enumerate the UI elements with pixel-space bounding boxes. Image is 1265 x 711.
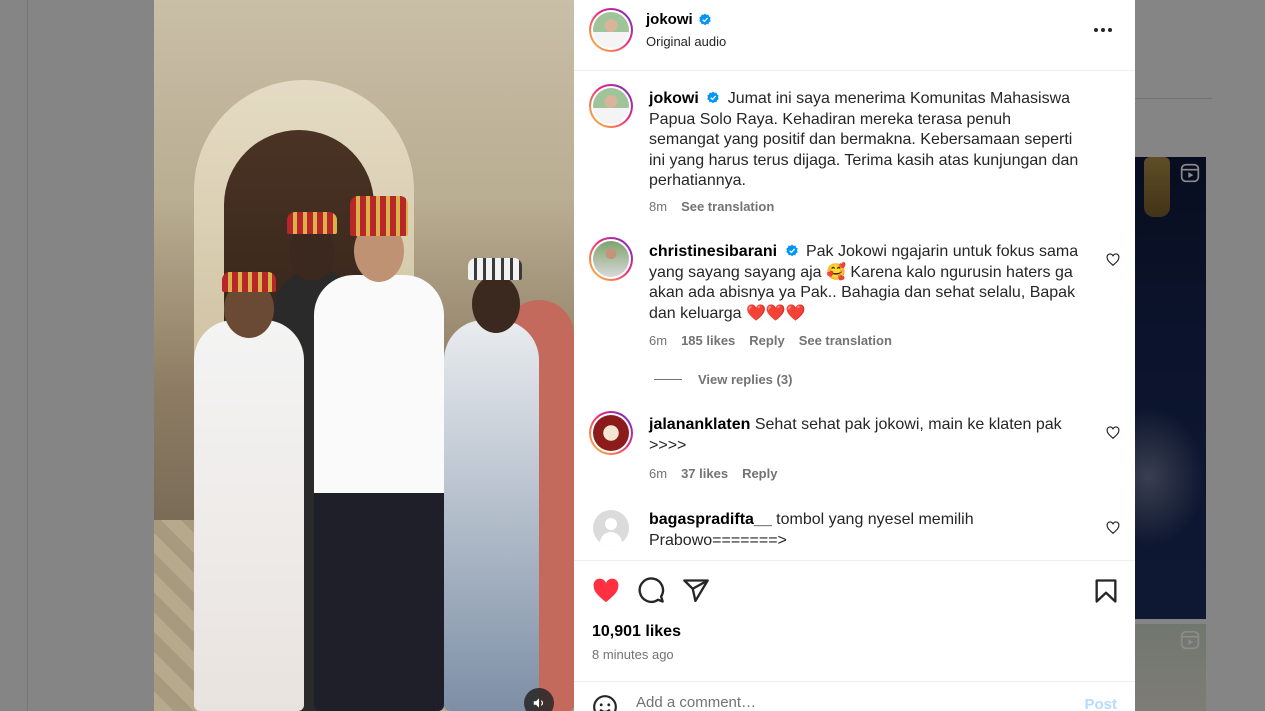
add-comment-row: Post (574, 681, 1135, 711)
comment-username[interactable]: bagaspradifta__ (649, 511, 772, 528)
view-replies-button[interactable]: View replies (3) (654, 372, 792, 387)
post-actions: 10,901 likes 8 minutes ago Post (574, 560, 1135, 711)
audio-toggle-button[interactable] (524, 688, 554, 711)
heart-icon[interactable] (1106, 521, 1120, 535)
see-translation-link[interactable]: See translation (681, 199, 774, 214)
comment-meta: 6m 37 likes Reply (649, 466, 777, 481)
audio-label[interactable]: Original audio (646, 34, 726, 49)
reel-video[interactable] (154, 0, 574, 711)
comment-meta: 6m 185 likes Reply See translation (649, 333, 892, 348)
default-avatar[interactable] (593, 510, 629, 546)
post-modal: jokowi Original audio jokowi Jumat ini s… (154, 0, 1135, 711)
post-header: jokowi Original audio (574, 0, 1135, 71)
share-icon[interactable] (682, 577, 710, 605)
post-sidebar: jokowi Original audio jokowi Jumat ini s… (574, 0, 1135, 711)
see-translation-link[interactable]: See translation (799, 333, 892, 348)
comment: bagaspradifta__ tombol yang nyesel memil… (649, 510, 1079, 551)
verified-badge-icon (698, 13, 711, 25)
more-options-icon (1094, 28, 1112, 32)
emoji-icon[interactable] (592, 694, 618, 711)
heart-icon[interactable] (1106, 253, 1120, 267)
comment-icon[interactable] (637, 577, 665, 605)
reply-button[interactable]: Reply (742, 466, 777, 481)
heart-icon[interactable] (592, 577, 620, 605)
bookmark-icon[interactable] (1092, 577, 1120, 605)
comment-time[interactable]: 6m (649, 333, 667, 348)
comment-avatar[interactable] (589, 411, 633, 455)
verified-badge-icon (785, 244, 798, 257)
comment: christinesibarani Pak Jokowi ngajarin un… (649, 242, 1079, 324)
caption-time[interactable]: 8m (649, 199, 667, 214)
reply-button[interactable]: Reply (749, 333, 784, 348)
verified-badge-icon (707, 91, 719, 104)
comment-input[interactable] (636, 694, 1036, 711)
post-timestamp[interactable]: 8 minutes ago (592, 647, 674, 662)
author-avatar[interactable] (589, 8, 633, 52)
comment: jalananklaten Sehat sehat pak jokowi, ma… (649, 415, 1079, 456)
view-replies-label: View replies (3) (698, 372, 793, 387)
comment-likes[interactable]: 185 likes (681, 333, 735, 348)
caption-username[interactable]: jokowi (649, 90, 699, 107)
caption: jokowi Jumat ini saya menerima Komunitas… (649, 89, 1079, 192)
comment-time[interactable]: 6m (649, 466, 667, 481)
heart-icon[interactable] (1106, 426, 1120, 440)
caption-avatar[interactable] (589, 84, 633, 128)
more-options-button[interactable] (1091, 18, 1115, 42)
audio-muted-icon (533, 698, 544, 708)
caption-meta: 8m See translation (649, 199, 774, 214)
comment-username[interactable]: jalananklaten (649, 416, 750, 433)
author-username[interactable]: jokowi (646, 11, 693, 28)
comment-username[interactable]: christinesibarani (649, 243, 777, 260)
comment-likes[interactable]: 37 likes (681, 466, 728, 481)
comments-list[interactable]: jokowi Jumat ini saya menerima Komunitas… (574, 72, 1135, 560)
comment-avatar[interactable] (589, 237, 633, 281)
post-button[interactable]: Post (1084, 696, 1117, 711)
likes-count[interactable]: 10,901 likes (592, 623, 681, 641)
